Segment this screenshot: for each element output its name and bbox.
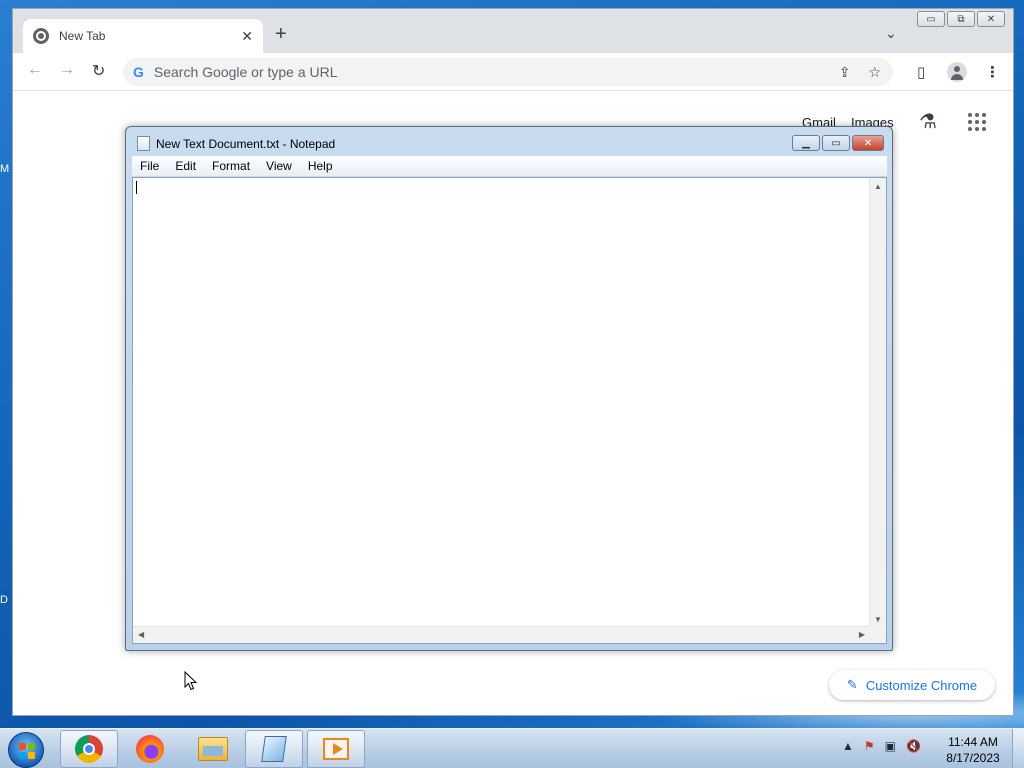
notepad-minimize-button[interactable]: ▁ [792, 135, 820, 151]
menu-format[interactable]: Format [204, 159, 258, 173]
customize-chrome-label: Customize Chrome [865, 677, 978, 693]
menu-file[interactable]: File [132, 159, 167, 173]
taskbar-notepad-button[interactable] [245, 730, 303, 768]
reload-icon[interactable]: ↻ [92, 61, 105, 81]
taskbar: ▲ ⚑ ▣ 🔇 11:44 AM 8/17/2023 [0, 728, 1024, 768]
side-panel-icon[interactable]: ▯ [917, 63, 925, 81]
notepad-title: New Text Document.txt - Notepad [156, 137, 336, 151]
notepad-menubar: File Edit Format View Help [132, 156, 887, 176]
more-menu-icon[interactable]: ⋮ [985, 63, 1000, 81]
action-center-flag-icon[interactable]: ⚑ [864, 739, 875, 753]
tab-close-icon[interactable]: ✕ [241, 28, 253, 45]
notepad-window-controls: ▁ ▭ ✕ [792, 135, 884, 151]
scroll-right-arrow-icon[interactable]: ▶ [859, 630, 865, 639]
scroll-down-arrow-icon[interactable]: ▼ [874, 615, 882, 624]
start-button[interactable] [8, 732, 44, 768]
notepad-maximize-button[interactable]: ▭ [822, 135, 850, 151]
chrome-minimize-button[interactable]: ▭ [917, 11, 945, 27]
chrome-window-controls: ▭ ⧉ ✕ [917, 11, 1005, 27]
media-player-icon [323, 738, 349, 760]
windows-logo-icon [19, 743, 35, 759]
notepad-document-icon [137, 136, 150, 151]
google-apps-grid-icon[interactable] [968, 113, 986, 131]
menu-view[interactable]: View [258, 159, 300, 173]
chrome-favicon-icon [33, 28, 49, 44]
volume-muted-icon[interactable]: 🔇 [906, 739, 921, 753]
taskbar-clock[interactable]: 11:44 AM 8/17/2023 [942, 734, 1004, 766]
scroll-up-arrow-icon[interactable]: ▲ [874, 182, 882, 191]
new-tab-button[interactable]: + [275, 23, 287, 46]
text-caret [136, 181, 137, 194]
menu-help[interactable]: Help [300, 159, 341, 173]
chrome-restore-button[interactable]: ⧉ [947, 11, 975, 27]
chrome-close-button[interactable]: ✕ [977, 11, 1005, 27]
horizontal-scrollbar[interactable]: ◀ ▶ [133, 626, 870, 643]
google-g-icon: G [133, 64, 144, 80]
show-desktop-button[interactable] [1012, 729, 1024, 768]
bookmark-star-icon[interactable]: ☆ [868, 64, 881, 81]
scroll-left-arrow-icon[interactable]: ◀ [138, 630, 144, 639]
tab-new-tab[interactable]: New Tab ✕ [23, 19, 263, 53]
omnibox-placeholder: Search Google or type a URL [153, 64, 338, 80]
desktop-icon-label-partial: D [0, 594, 8, 606]
system-tray: ▲ ⚑ ▣ 🔇 [842, 739, 921, 753]
chrome-icon [75, 735, 103, 763]
network-icon[interactable]: ▣ [885, 739, 896, 753]
browser-toolbar: ← → ↻ G Search Google or type a URL ⇪ ☆ … [13, 53, 1013, 91]
taskbar-chrome-button[interactable] [60, 730, 118, 768]
show-hidden-icons-icon[interactable]: ▲ [842, 739, 854, 753]
customize-chrome-button[interactable]: ✎ Customize Chrome [829, 670, 995, 700]
tab-strip: New Tab ✕ + ⌄ ▭ ⧉ ✕ [13, 9, 1013, 53]
menu-edit[interactable]: Edit [167, 159, 204, 173]
omnibox[interactable]: G Search Google or type a URL ⇪ ☆ [123, 58, 893, 86]
file-explorer-icon [198, 737, 228, 761]
notepad-icon [261, 736, 287, 762]
vertical-scrollbar[interactable]: ▲ ▼ [869, 178, 886, 628]
profile-avatar-icon[interactable] [947, 62, 967, 82]
tab-search-chevron-icon[interactable]: ⌄ [885, 25, 897, 42]
notepad-text-area[interactable]: ▲ ▼ ◀ ▶ [132, 177, 887, 644]
taskbar-media-player-button[interactable] [307, 730, 365, 768]
forward-arrow-icon[interactable]: → [59, 61, 75, 79]
desktop-icon-label-partial: M [0, 163, 10, 175]
resize-grip-icon[interactable] [869, 626, 886, 643]
tab-title: New Tab [59, 29, 106, 43]
notepad-close-button[interactable]: ✕ [852, 135, 884, 151]
mouse-pointer-icon [184, 671, 198, 691]
notepad-window: New Text Document.txt - Notepad ▁ ▭ ✕ Fi… [125, 126, 893, 651]
firefox-icon [136, 735, 164, 763]
clock-time: 11:44 AM [948, 735, 998, 749]
labs-flask-icon[interactable]: ⚗ [919, 109, 937, 134]
taskbar-firefox-button[interactable] [121, 730, 179, 768]
clock-date: 8/17/2023 [946, 751, 1000, 765]
pencil-icon: ✎ [846, 677, 858, 692]
share-icon[interactable]: ⇪ [839, 64, 851, 81]
back-arrow-icon[interactable]: ← [27, 61, 43, 79]
taskbar-explorer-button[interactable] [184, 730, 242, 768]
